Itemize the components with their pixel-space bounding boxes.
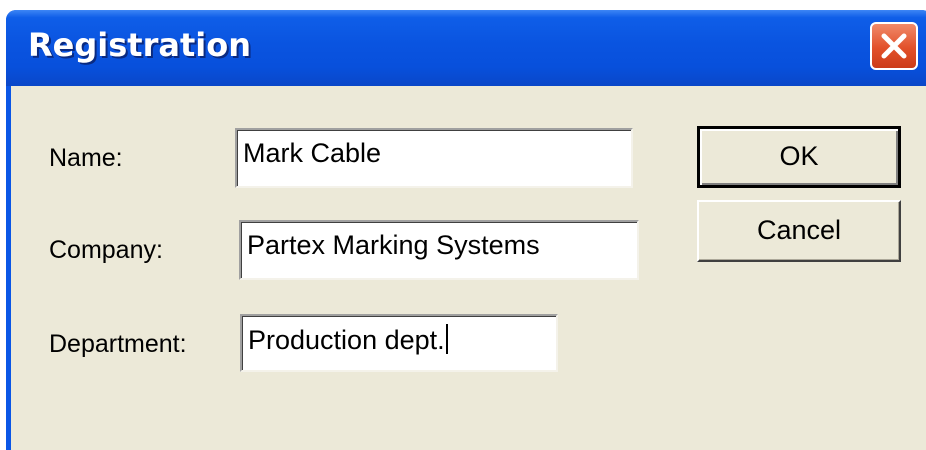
company-field[interactable]: Partex Marking Systems [239, 220, 639, 280]
title-bar[interactable]: Registration [6, 10, 926, 86]
close-button[interactable] [870, 22, 918, 70]
department-field[interactable]: Production dept. [240, 314, 558, 372]
department-label: Department: [49, 330, 187, 358]
window-title: Registration [28, 26, 251, 64]
name-label: Name: [49, 144, 123, 172]
text-caret [445, 324, 448, 354]
close-icon [881, 33, 907, 59]
name-field[interactable]: Mark Cable [235, 128, 633, 188]
registration-dialog: Registration Name: Mark Cable Company: P… [6, 10, 926, 450]
dialog-client-area: Name: Mark Cable Company: Partex Marking… [11, 86, 926, 450]
company-label: Company: [49, 236, 163, 264]
department-value: Production dept. [248, 325, 445, 355]
ok-button[interactable]: OK [697, 126, 901, 188]
cancel-button[interactable]: Cancel [697, 200, 901, 262]
